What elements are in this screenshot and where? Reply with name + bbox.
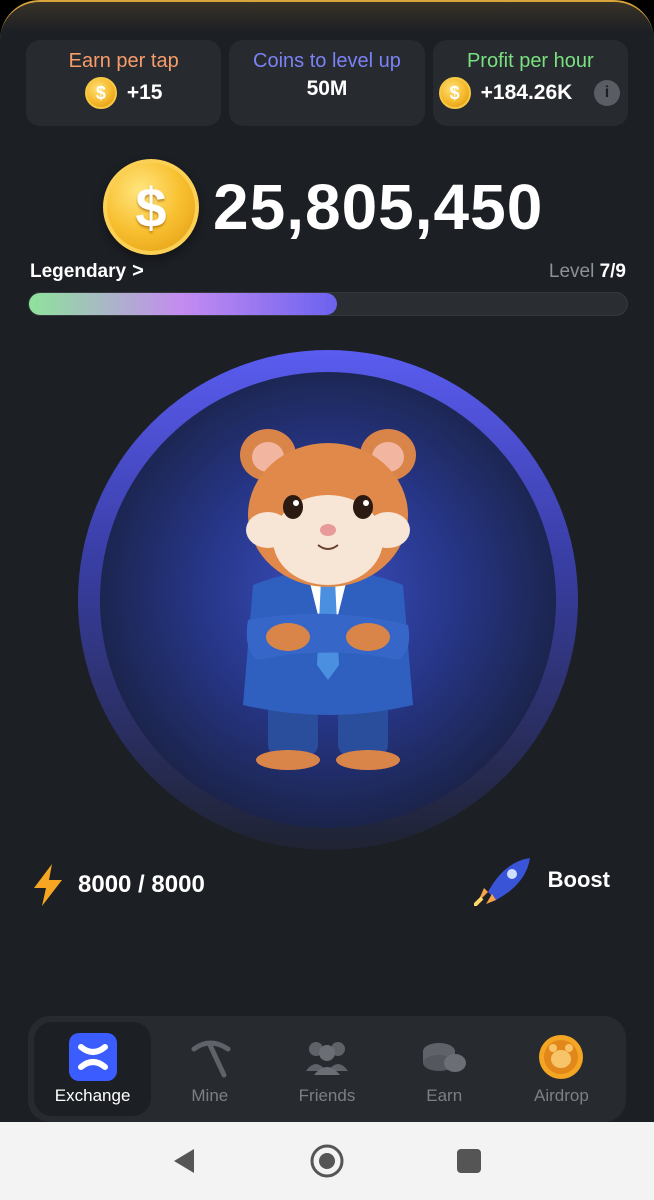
nav-airdrop[interactable]: Airdrop xyxy=(503,1022,620,1116)
recents-icon[interactable] xyxy=(444,1136,494,1186)
level-indicator: Level 7/9 xyxy=(549,261,626,283)
app-screen: Earn per tap $ +15 Coins to level up 50M… xyxy=(0,0,654,1122)
lightning-icon xyxy=(34,864,62,906)
level-row: Legendary > Level 7/9 xyxy=(30,260,626,283)
bottom-nav: Exchange Mine Friends Earn Airdrop xyxy=(28,1016,626,1122)
rocket-icon xyxy=(473,858,530,906)
pickaxe-icon xyxy=(185,1032,235,1082)
info-icon[interactable]: i xyxy=(593,80,620,106)
coin-icon: $ xyxy=(84,77,117,109)
stat-label: Earn per tap xyxy=(68,50,179,72)
energy-value: 8000 / 8000 xyxy=(78,871,205,898)
coins-icon xyxy=(419,1032,469,1082)
friends-icon xyxy=(302,1032,352,1082)
dollar-coin-icon: $ xyxy=(103,159,199,255)
system-navigation-bar xyxy=(0,1122,654,1200)
nav-earn[interactable]: Earn xyxy=(386,1022,503,1116)
home-icon[interactable] xyxy=(302,1136,352,1186)
back-icon[interactable] xyxy=(160,1136,210,1186)
stat-value: +184.26K xyxy=(480,81,573,104)
boost-button[interactable]: Boost xyxy=(473,854,610,906)
nav-label: Earn xyxy=(426,1086,463,1105)
nav-exchange[interactable]: Exchange xyxy=(34,1022,152,1116)
tap-circle xyxy=(100,372,556,828)
exchange-icon xyxy=(68,1032,118,1082)
level-value: 7/9 xyxy=(599,260,626,282)
stats-bar: Earn per tap $ +15 Coins to level up 50M… xyxy=(26,40,628,126)
stat-coins-to-level-up[interactable]: Coins to level up 50M xyxy=(229,40,425,126)
coin-icon: $ xyxy=(438,77,471,109)
airdrop-icon xyxy=(536,1032,586,1082)
level-label: Level xyxy=(548,260,595,282)
nav-mine[interactable]: Mine xyxy=(151,1022,268,1116)
hamster-ceo-character xyxy=(240,429,416,770)
nav-label: Friends xyxy=(298,1086,356,1105)
nav-label: Airdrop xyxy=(534,1086,589,1105)
tap-area[interactable] xyxy=(78,350,578,850)
league-link[interactable]: Legendary > xyxy=(30,260,144,283)
stat-value: +15 xyxy=(126,81,163,104)
chevron-right-icon: > xyxy=(132,260,144,282)
stat-profit-per-hour[interactable]: Profit per hour $ +184.26K i xyxy=(432,40,628,126)
stat-label: Coins to level up xyxy=(253,50,401,72)
boost-label: Boost xyxy=(547,867,610,892)
coin-balance: $ 25,805,450 xyxy=(103,159,543,255)
stat-earn-per-tap[interactable]: Earn per tap $ +15 xyxy=(26,40,222,126)
balance-value: 25,805,450 xyxy=(213,171,544,243)
stat-label: Profit per hour xyxy=(466,50,594,72)
level-progress-bar xyxy=(28,292,628,316)
nav-label: Mine xyxy=(191,1086,229,1105)
league-name: Legendary xyxy=(30,260,127,282)
nav-friends[interactable]: Friends xyxy=(268,1022,385,1116)
progress-fill xyxy=(29,293,337,315)
stat-value: 50M xyxy=(306,77,348,100)
energy-indicator: 8000 / 8000 xyxy=(30,864,205,906)
nav-label: Exchange xyxy=(54,1086,131,1105)
